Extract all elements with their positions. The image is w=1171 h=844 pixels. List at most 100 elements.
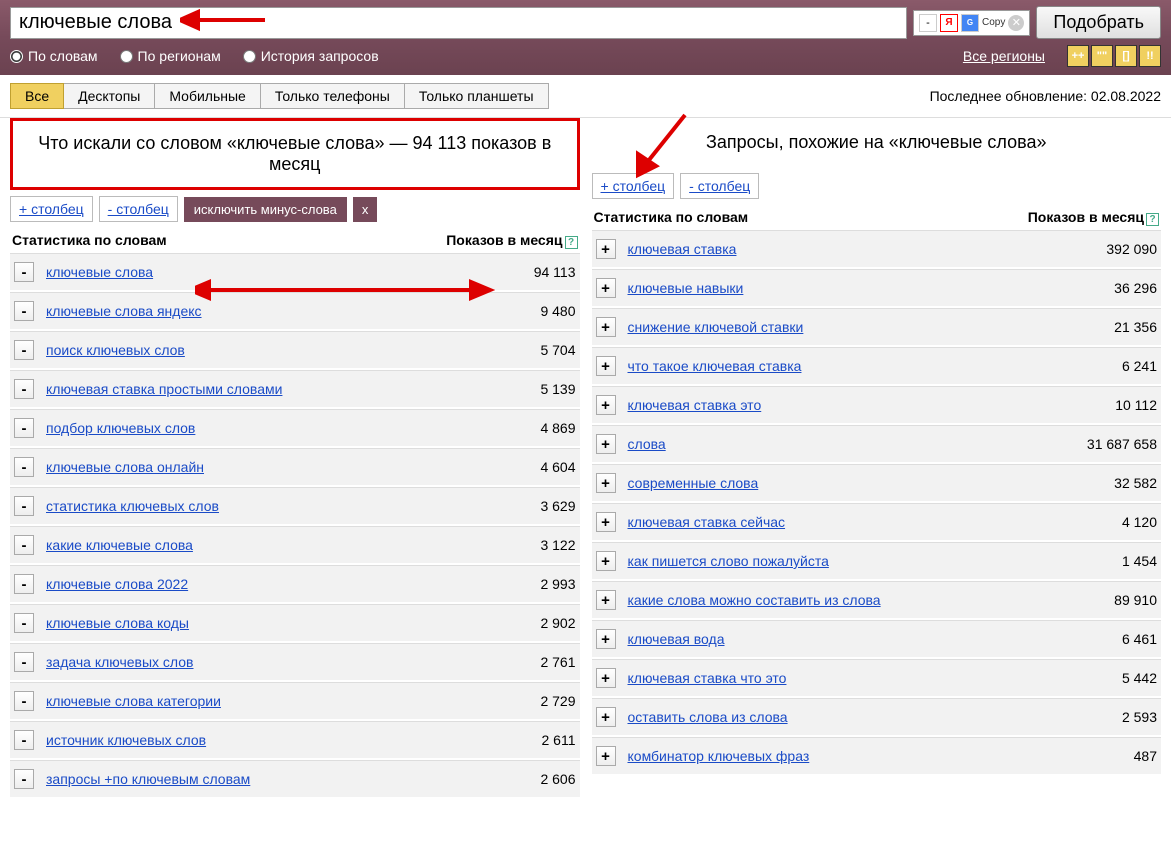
keyword-link[interactable]: подбор ключевых слов <box>46 420 195 436</box>
row-toggle-button[interactable]: - <box>14 457 34 477</box>
add-column-left[interactable]: + столбец <box>10 196 93 222</box>
keyword-link[interactable]: что такое ключевая ставка <box>628 358 802 374</box>
keyword-link[interactable]: ключевые слова <box>46 264 153 280</box>
table-row: -ключевая ставка простыми словами5 139 <box>10 370 580 407</box>
keyword-link[interactable]: ключевая ставка <box>628 241 737 257</box>
row-toggle-button[interactable]: + <box>596 590 616 610</box>
table-row: -запросы +по ключевым словам 2 606 <box>10 760 580 797</box>
row-toggle-button[interactable]: + <box>596 629 616 649</box>
clear-icon[interactable]: ✕ <box>1008 15 1024 31</box>
qb-3[interactable]: !! <box>1139 45 1161 67</box>
exclude-minus-button[interactable]: исключить минус-слова <box>184 197 347 222</box>
tab-desktop[interactable]: Десктопы <box>64 83 155 109</box>
radio-by-regions[interactable]: По регионам <box>120 48 221 64</box>
row-toggle-button[interactable]: + <box>596 668 616 688</box>
row-toggle-button[interactable]: - <box>14 262 34 282</box>
keyword-link[interactable]: снижение ключевой ставки <box>628 319 804 335</box>
impressions-count: 4 869 <box>540 420 575 436</box>
keyword-link[interactable]: ключевые слова категории <box>46 693 221 709</box>
row-toggle-button[interactable]: - <box>14 301 34 321</box>
add-column-right[interactable]: + столбец <box>592 173 675 199</box>
tab-all[interactable]: Все <box>10 83 64 109</box>
qb-2[interactable]: [] <box>1115 45 1137 67</box>
keyword-link[interactable]: какие слова можно составить из слова <box>628 592 881 608</box>
keyword-link[interactable]: задача ключевых слов <box>46 654 194 670</box>
keyword-link[interactable]: ключевая ставка что это <box>628 670 787 686</box>
keyword-link[interactable]: современные слова <box>628 475 759 491</box>
keyword-link[interactable]: запросы +по ключевым словам <box>46 771 250 787</box>
radio-history[interactable]: История запросов <box>243 48 379 64</box>
help-icon[interactable]: ? <box>1146 213 1159 226</box>
tab-mobile[interactable]: Мобильные <box>155 83 261 109</box>
row-toggle-button[interactable]: - <box>14 379 34 399</box>
table-row: -ключевые слова онлайн4 604 <box>10 448 580 485</box>
qb-1[interactable]: "" <box>1091 45 1113 67</box>
keyword-link[interactable]: ключевые слова яндекс <box>46 303 202 319</box>
all-regions-link[interactable]: Все регионы <box>963 48 1045 64</box>
search-input[interactable] <box>10 7 907 39</box>
row-toggle-button[interactable]: + <box>596 707 616 727</box>
header-bar: - Я G Copy ✕ Подобрать По словам По реги… <box>0 0 1171 75</box>
row-toggle-button[interactable]: + <box>596 317 616 337</box>
keyword-link[interactable]: слова <box>628 436 666 452</box>
row-toggle-button[interactable]: - <box>14 418 34 438</box>
copy-button[interactable]: Copy <box>982 17 1005 28</box>
keyword-link[interactable]: оставить слова из слова <box>628 709 788 725</box>
left-th-words: Статистика по словам <box>12 232 167 249</box>
tab-phones[interactable]: Только телефоны <box>261 83 405 109</box>
row-toggle-button[interactable]: + <box>596 473 616 493</box>
submit-button[interactable]: Подобрать <box>1036 6 1161 39</box>
row-toggle-button[interactable]: + <box>596 434 616 454</box>
row-toggle-button[interactable]: - <box>14 691 34 711</box>
table-row: +как пишется слово пожалуйста1 454 <box>592 542 1162 579</box>
help-icon[interactable]: ? <box>565 236 578 249</box>
remove-column-left[interactable]: - столбец <box>99 196 178 222</box>
table-row: +ключевая ставка392 090 <box>592 230 1162 267</box>
left-column: Что искали со словом «ключевые слова» — … <box>10 118 580 799</box>
impressions-count: 2 593 <box>1122 709 1157 725</box>
row-toggle-button[interactable]: + <box>596 512 616 532</box>
keyword-link[interactable]: источник ключевых слов <box>46 732 206 748</box>
keyword-link[interactable]: ключевые слова онлайн <box>46 459 204 475</box>
keyword-link[interactable]: ключевая ставка простыми словами <box>46 381 282 397</box>
radio-by-words[interactable]: По словам <box>10 48 98 64</box>
keyword-link[interactable]: какие ключевые слова <box>46 537 193 553</box>
row-toggle-button[interactable]: + <box>596 239 616 259</box>
google-icon[interactable]: G <box>961 14 979 32</box>
row-toggle-button[interactable]: - <box>14 730 34 750</box>
keyword-link[interactable]: статистика ключевых слов <box>46 498 219 514</box>
qb-0[interactable]: ++ <box>1067 45 1089 67</box>
row-toggle-button[interactable]: - <box>14 340 34 360</box>
row-toggle-button[interactable]: + <box>596 746 616 766</box>
row-toggle-button[interactable]: + <box>596 278 616 298</box>
yandex-icon[interactable]: Я <box>940 14 958 32</box>
row-toggle-button[interactable]: - <box>14 769 34 789</box>
row-toggle-button[interactable]: - <box>14 652 34 672</box>
keyword-link[interactable]: комбинатор ключевых фраз <box>628 748 810 764</box>
keyword-link[interactable]: поиск ключевых слов <box>46 342 185 358</box>
row-toggle-button[interactable]: - <box>14 574 34 594</box>
row-toggle-button[interactable]: + <box>596 551 616 571</box>
row-toggle-button[interactable]: - <box>14 613 34 633</box>
keyword-link[interactable]: ключевая ставка сейчас <box>628 514 786 530</box>
keyword-link[interactable]: ключевые слова 2022 <box>46 576 188 592</box>
tab-tablets[interactable]: Только планшеты <box>405 83 549 109</box>
keyword-link[interactable]: ключевая вода <box>628 631 725 647</box>
row-toggle-button[interactable]: - <box>14 496 34 516</box>
row-toggle-button[interactable]: + <box>596 356 616 376</box>
table-row: +комбинатор ключевых фраз487 <box>592 737 1162 774</box>
row-toggle-button[interactable]: - <box>14 535 34 555</box>
keyword-link[interactable]: ключевые слова коды <box>46 615 189 631</box>
table-row: -источник ключевых слов 2 611 <box>10 721 580 758</box>
keyword-link[interactable]: ключевая ставка это <box>628 397 762 413</box>
minus-icon[interactable]: - <box>919 14 937 32</box>
keyword-link[interactable]: как пишется слово пожалуйста <box>628 553 829 569</box>
impressions-count: 21 356 <box>1114 319 1157 335</box>
impressions-count: 2 606 <box>540 771 575 787</box>
remove-column-right[interactable]: - столбец <box>680 173 759 199</box>
exclude-x-button[interactable]: x <box>353 197 378 222</box>
impressions-count: 2 611 <box>542 732 576 748</box>
impressions-count: 3 122 <box>540 537 575 553</box>
row-toggle-button[interactable]: + <box>596 395 616 415</box>
keyword-link[interactable]: ключевые навыки <box>628 280 744 296</box>
